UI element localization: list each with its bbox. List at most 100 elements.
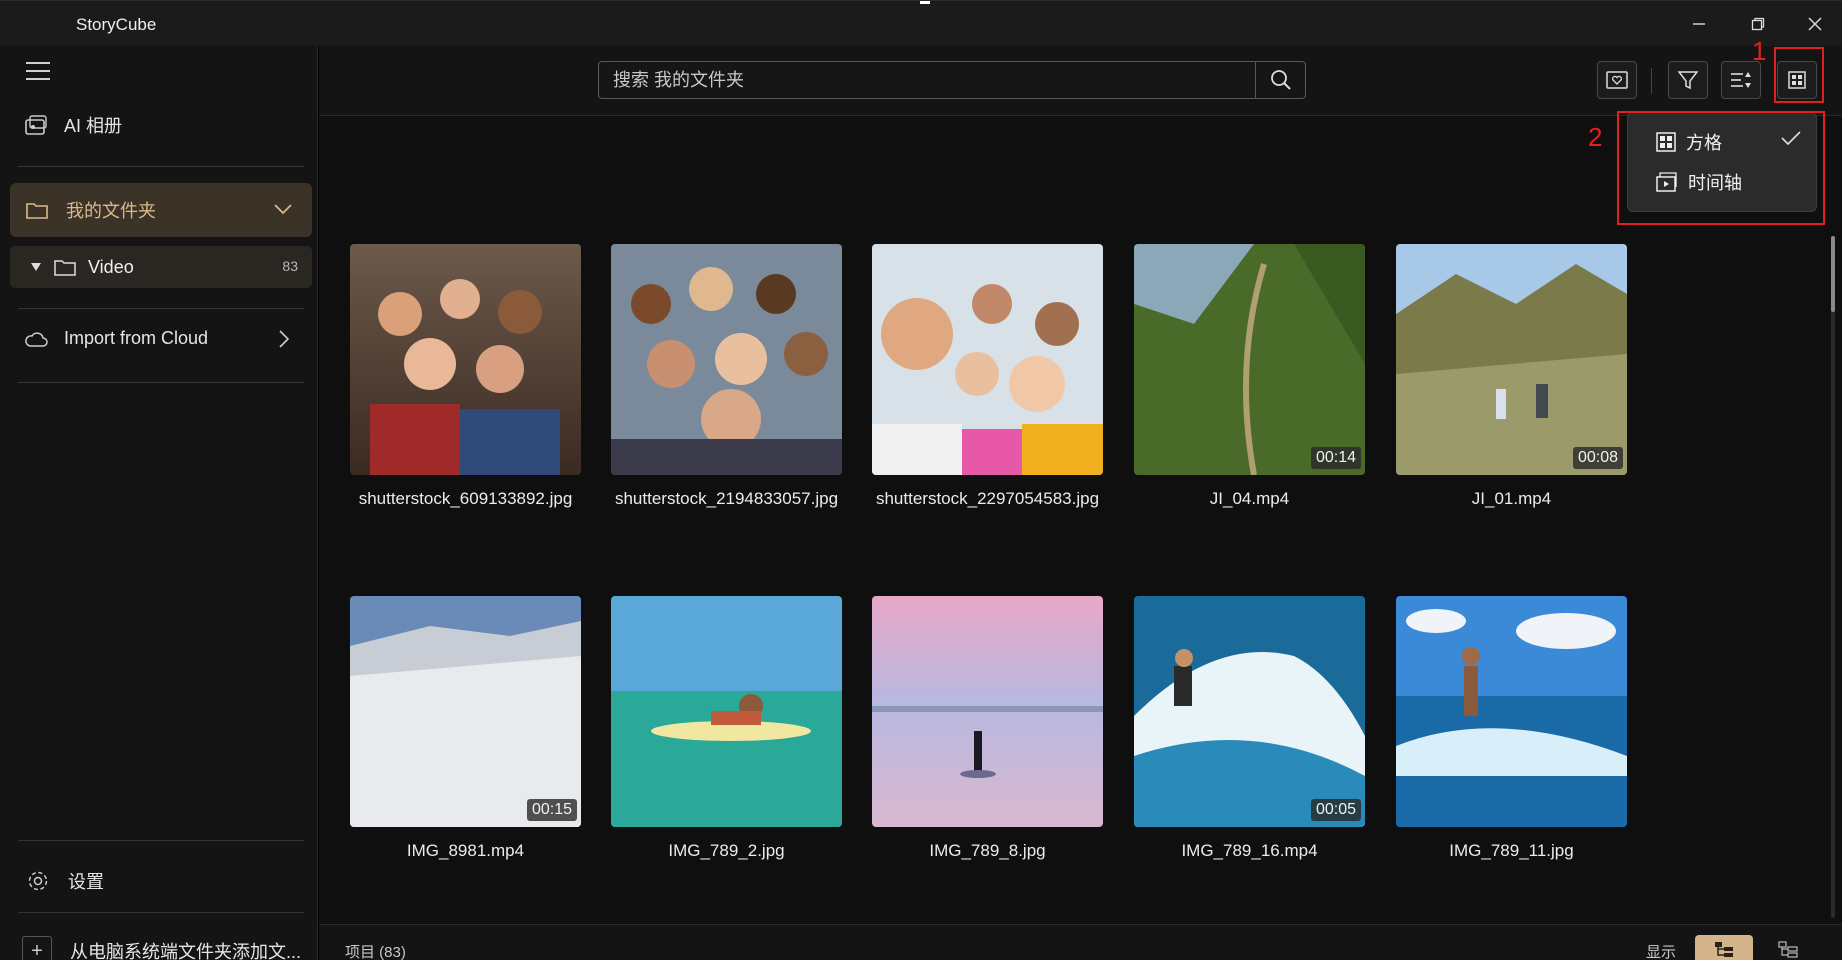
thumbnail[interactable]: 00:08 [1396, 244, 1627, 475]
thumbnail[interactable] [872, 244, 1103, 475]
media-tile[interactable]: 00:08 JI_01.mp4 [1396, 244, 1627, 509]
mountain-video-thumbnail [1134, 244, 1365, 475]
annotation-number-1: 1 [1752, 36, 1767, 66]
hamburger-menu-icon[interactable] [26, 62, 50, 82]
file-name: JI_01.mp4 [1471, 489, 1552, 508]
wave-photo-thumbnail [1396, 596, 1627, 827]
sidebar-item-import-cloud[interactable]: Import from Cloud [24, 328, 304, 349]
media-tile[interactable]: IMG_789_8.jpg [872, 596, 1103, 861]
add-folder-button[interactable]: + 从电脑系统端文件夹添加文... [22, 936, 312, 960]
file-name: IMG_789_16.mp4 [1181, 841, 1318, 860]
filter-icon [1677, 71, 1699, 90]
tree-view-button[interactable] [1695, 935, 1753, 960]
restore-icon [1751, 17, 1765, 31]
thumbnail[interactable] [350, 244, 581, 475]
search-button[interactable] [1255, 62, 1305, 98]
chevron-down-icon[interactable] [272, 197, 294, 219]
people-photo-thumbnail [350, 244, 581, 475]
toolbar-divider [1651, 68, 1652, 94]
plus-icon: + [22, 936, 52, 960]
media-tile[interactable]: shutterstock_609133892.jpg [350, 244, 581, 509]
list-view-button[interactable] [1759, 935, 1817, 960]
file-name: shutterstock_2194833057.jpg [614, 489, 839, 508]
thumbnail[interactable]: 00:05 [1134, 596, 1365, 827]
sidebar-item-label: 设置 [68, 872, 104, 892]
close-icon [1808, 17, 1822, 31]
caret-down-icon[interactable] [30, 262, 42, 272]
minimize-icon [1693, 23, 1705, 25]
file-name: IMG_789_2.jpg [668, 841, 785, 860]
folder-icon [54, 260, 76, 276]
media-tile[interactable]: 00:05 IMG_789_16.mp4 [1134, 596, 1365, 861]
add-folder-label: 从电脑系统端文件夹添加文... [70, 942, 302, 960]
main-content: shutterstock_609133892.jpg shutterstock_… [319, 46, 1842, 960]
media-tile[interactable]: 00:15 IMG_8981.mp4 [350, 596, 581, 861]
restore-button[interactable] [1735, 9, 1781, 39]
filter-button[interactable] [1668, 61, 1708, 99]
snow-video-thumbnail [350, 596, 581, 827]
thumbnail[interactable] [1396, 596, 1627, 827]
media-tile[interactable]: IMG_789_11.jpg [1396, 596, 1627, 861]
media-tile[interactable]: shutterstock_2194833057.jpg [611, 244, 842, 509]
ai-album-icon [25, 115, 47, 135]
list-tree-icon [1778, 941, 1798, 958]
mountain-video-thumbnail [1396, 244, 1627, 475]
minimize-button[interactable] [1676, 9, 1722, 39]
cloud-icon [25, 331, 48, 347]
thumbnail[interactable]: 00:15 [350, 596, 581, 827]
annotation-box-1 [1774, 47, 1824, 103]
media-tile[interactable]: IMG_789_2.jpg [611, 596, 842, 861]
scrollbar-thumb[interactable] [1831, 236, 1835, 312]
slideshow-button[interactable] [1597, 61, 1637, 99]
thumbnail[interactable] [611, 596, 842, 827]
sidebar-item-label: Import from Cloud [64, 328, 209, 348]
video-duration-badge: 00:14 [1310, 447, 1361, 469]
people-photo-thumbnail [872, 244, 1103, 475]
sea-photo-thumbnail [611, 596, 842, 827]
item-count: 项目 (83) [345, 944, 406, 960]
gear-icon [28, 871, 48, 891]
sidebar-item-video[interactable]: Video 83 [10, 246, 312, 288]
divider [18, 166, 304, 167]
divider [18, 840, 304, 841]
people-photo-thumbnail [611, 244, 842, 475]
divider [18, 382, 304, 383]
media-tile[interactable]: shutterstock_2297054583.jpg [872, 244, 1103, 509]
title-bar: StoryCube [0, 0, 1842, 46]
sidebar-item-my-folders[interactable]: 我的文件夹 [10, 183, 312, 237]
video-duration-badge: 00:15 [526, 799, 577, 821]
file-name: JI_04.mp4 [1209, 489, 1290, 508]
sidebar-item-settings[interactable]: 设置 [26, 868, 104, 894]
file-name: shutterstock_2297054583.jpg [875, 489, 1100, 508]
divider [18, 912, 304, 913]
sidebar-item-label: Video [88, 256, 134, 277]
wave-video-thumbnail [1134, 596, 1365, 827]
video-duration-badge: 00:05 [1310, 799, 1361, 821]
annotation-box-2 [1617, 111, 1825, 225]
sunset-photo-thumbnail [872, 596, 1103, 827]
thumbnail[interactable]: 00:14 [1134, 244, 1365, 475]
scrollbar-track[interactable] [1831, 236, 1835, 918]
sidebar-item-label: 我的文件夹 [66, 201, 156, 221]
tree-view-icon [1715, 942, 1733, 957]
window-notch [920, 1, 930, 4]
file-name: IMG_8981.mp4 [406, 841, 525, 860]
photo-heart-icon [1606, 71, 1628, 89]
sidebar: AI 相册 我的文件夹 Video 83 Import from Cloud 设… [0, 46, 318, 960]
folder-icon [26, 203, 48, 219]
close-button[interactable] [1792, 9, 1838, 39]
media-tile[interactable]: 00:14 JI_04.mp4 [1134, 244, 1365, 509]
item-count-badge: 83 [282, 258, 298, 274]
search-box [598, 61, 1306, 99]
thumbnail[interactable] [611, 244, 842, 475]
toolbar [319, 46, 1842, 116]
status-bar: 项目 (83) 显示 [319, 924, 1842, 960]
sort-icon [1731, 72, 1751, 88]
chevron-right-icon [279, 330, 290, 348]
thumbnail[interactable] [872, 596, 1103, 827]
search-input[interactable] [599, 62, 1255, 98]
sidebar-item-label: AI 相册 [64, 116, 123, 136]
app-title: StoryCube [76, 15, 157, 34]
sidebar-item-ai-album[interactable]: AI 相册 [24, 112, 122, 138]
video-duration-badge: 00:08 [1572, 447, 1623, 469]
